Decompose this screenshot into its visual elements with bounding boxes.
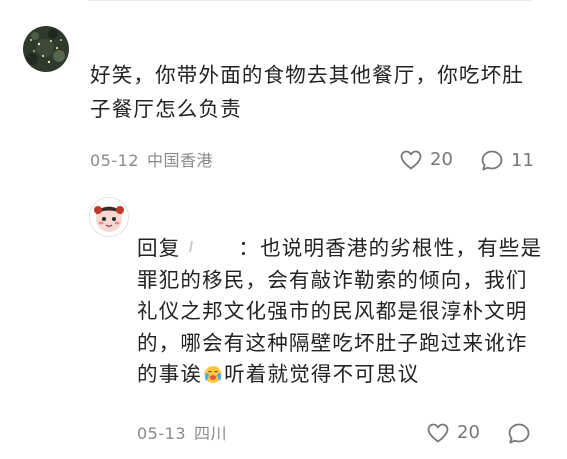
- heart-outline-icon: [427, 423, 449, 443]
- comment-date: 05-12: [90, 151, 139, 170]
- top-divider: [88, 0, 533, 1]
- reply-location: 四川: [194, 424, 228, 443]
- reply-line-2: 罪犯的移民，会有敲诈勒索的倾向，我们: [137, 267, 528, 292]
- reply-line-5-start: 的事诶: [137, 362, 203, 386]
- comment-text: 好笑，你带外面的食物去其他餐厅，你吃坏肚子餐厅怎么负责: [90, 63, 524, 121]
- heart-outline-icon: [400, 150, 422, 170]
- speech-bubble-icon: [508, 423, 530, 444]
- reply-meta: 05-13 四川: [137, 424, 235, 444]
- reply-line-5: 的事诶 听着就觉得不可思议: [137, 359, 547, 391]
- commenter-avatar[interactable]: [23, 26, 69, 72]
- reply-line-5-end: 听着就觉得不可思议: [224, 362, 420, 386]
- reply-line-3: 礼仪之邦文化强市的民风都是很淳朴文明: [137, 299, 528, 323]
- reply-line-4: 的，哪会有这种隔壁吃坏肚子跑过来讹诈: [137, 330, 528, 355]
- crying-face-emoji-icon: [204, 366, 222, 383]
- comment-reply-count: 11: [511, 149, 534, 171]
- comment-meta: 05-12 中国香港: [90, 151, 221, 171]
- comment-like-count: 20: [430, 149, 453, 170]
- mention-username[interactable]: [180, 241, 238, 255]
- reply-reply-button[interactable]: [508, 423, 538, 444]
- comment-reply-button[interactable]: 11: [481, 150, 534, 171]
- comment-like-button[interactable]: 20: [400, 150, 453, 170]
- reply-like-button[interactable]: 20: [427, 423, 480, 443]
- reply-date: 05-13: [137, 424, 186, 443]
- replier-avatar[interactable]: [89, 197, 129, 237]
- reply-text: 回复 ：也说明香港的劣根性，有些是 罪犯的移民，会有敲诈勒索的倾向，我们 礼仪之邦…: [137, 233, 547, 391]
- reply-line-1-text: ：也说明香港的劣根性，有些是: [238, 236, 543, 260]
- reply-line-1: 回复 ：也说明香港的劣根性，有些是: [137, 233, 547, 265]
- reply-prefix: 回复: [137, 236, 181, 260]
- comment-location: 中国香港: [147, 151, 214, 170]
- speech-bubble-icon: [481, 150, 503, 171]
- reply-like-count: 20: [457, 422, 480, 443]
